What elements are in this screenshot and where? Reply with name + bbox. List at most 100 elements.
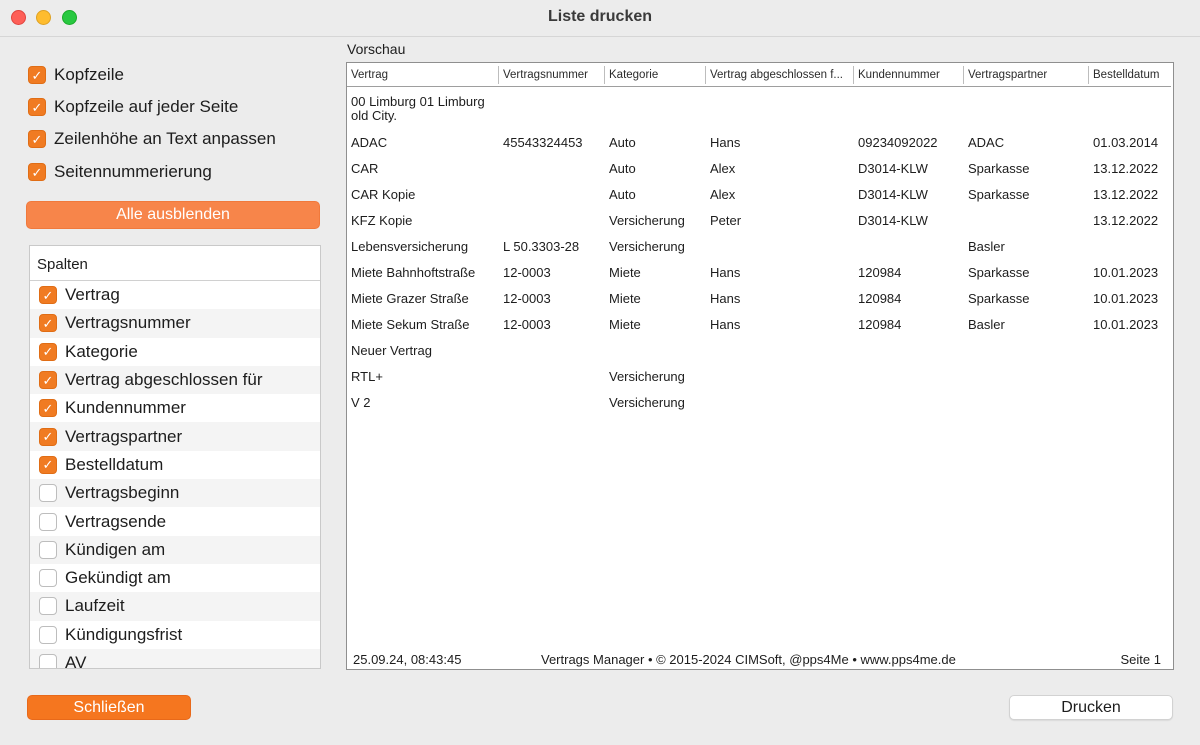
column-item[interactable]: ✓ Vertrag (30, 281, 320, 309)
column-item-label: Kündigungsfrist (65, 624, 183, 644)
preview-header-cell: Kundennummer (854, 66, 964, 84)
columns-list-body[interactable]: ✓ Vertrag ✓ Vertragsnummer ✓ Kategorie ✓ Vertra… (30, 281, 320, 669)
table-cell: Basler (968, 317, 1005, 332)
table-cell: Miete (609, 291, 641, 306)
column-item[interactable]: ✓ Vertrag abgeschlossen für (30, 365, 320, 395)
print-button[interactable]: Drucken (1009, 695, 1173, 720)
column-item-label: Kündigen am (65, 539, 166, 559)
column-item[interactable]: Vertragsbeginn (30, 479, 320, 508)
preview-header-cell: Bestelldatum (1093, 69, 1160, 81)
column-item[interactable]: Vertragsende (30, 507, 320, 535)
print-list-window: Liste drucken ✓ Kopfzeile ✓ Kopfzeile au… (0, 0, 1200, 745)
table-cell: Auto (609, 135, 636, 150)
table-cell: 10.01.2023 (1093, 291, 1159, 306)
checkbox-empty-icon[interactable] (39, 654, 57, 668)
table-cell: Miete (609, 317, 641, 332)
preview-header-cell: Kategorie (605, 66, 706, 84)
table-cell: 12-0003 (503, 291, 551, 306)
table-cell: D3014-KLW (858, 161, 928, 176)
checkmark-icon[interactable]: ✓ (39, 371, 57, 390)
hide-all-button[interactable]: Alle ausblenden (26, 201, 320, 229)
table-cell: Miete Sekum Straße (351, 317, 470, 332)
print-timestamp: 25.09.24, 08:43:45 (353, 652, 462, 667)
table-cell: Versicherung (609, 369, 685, 384)
table-cell: 120984 (858, 317, 902, 332)
table-cell: V 2 (351, 395, 371, 410)
checkmark-icon[interactable]: ✓ (39, 427, 57, 446)
table-cell: 13.12.2022 (1093, 213, 1159, 228)
checkmark-icon[interactable]: ✓ (39, 399, 57, 418)
option-page-numbering-label: Seitennummerierung (54, 162, 212, 181)
table-cell: Miete Bahnhoftstraße (351, 265, 476, 280)
checkmark-icon[interactable]: ✓ (28, 66, 46, 84)
table-cell: Hans (710, 135, 741, 150)
column-item[interactable]: Kündigungsfrist (30, 621, 320, 649)
checkmark-icon[interactable]: ✓ (28, 98, 46, 116)
close-button[interactable]: Schließen (27, 695, 191, 720)
option-header-every-page-label: Kopfzeile auf jeder Seite (54, 97, 239, 116)
table-cell: 00 Limburg 01 Limburg old City. (351, 94, 485, 123)
table-cell: Sparkasse (968, 161, 1030, 176)
column-item[interactable]: Laufzeit (30, 592, 320, 621)
checkbox-empty-icon[interactable] (39, 625, 57, 644)
checkbox-empty-icon[interactable] (39, 512, 57, 531)
table-cell: Lebensversicherung (351, 239, 469, 254)
checkbox-empty-icon[interactable] (39, 484, 57, 503)
checkmark-icon[interactable]: ✓ (39, 314, 57, 333)
column-item[interactable]: ✓ Vertragspartner (30, 422, 320, 451)
table-cell: Miete Grazer Straße (351, 291, 469, 306)
column-item[interactable]: Gekündigt am (30, 564, 320, 592)
checkmark-icon[interactable]: ✓ (28, 163, 46, 181)
checkbox-empty-icon[interactable] (39, 597, 57, 616)
column-item-label: Vertragsbeginn (65, 483, 180, 503)
checkbox-empty-icon[interactable] (39, 540, 57, 559)
table-cell: 12-0003 (503, 265, 551, 280)
option-header-every-page[interactable]: ✓ Kopfzeile auf jeder Seite (28, 96, 238, 118)
table-cell: 10.01.2023 (1093, 265, 1159, 280)
table-cell: 120984 (858, 265, 902, 280)
table-cell: Auto (609, 187, 636, 202)
window-title: Liste drucken (547, 8, 653, 25)
column-item-label: Vertrag abgeschlossen für (65, 370, 263, 390)
checkmark-icon[interactable]: ✓ (39, 286, 57, 305)
columns-list: Spalten ✓ Vertrag ✓ Vertragsnummer ✓ Kategori… (29, 245, 321, 669)
table-cell: Versicherung (609, 239, 685, 254)
table-cell: 01.03.2014 (1093, 135, 1159, 150)
column-item[interactable]: ✓ Vertragsnummer (30, 309, 320, 338)
table-cell: D3014-KLW (858, 187, 928, 202)
table-cell: RTL+ (351, 369, 383, 384)
column-item[interactable]: ✓ Kundennummer (30, 394, 320, 422)
column-item[interactable]: Kündigen am (30, 535, 320, 564)
table-cell: 12-0003 (503, 317, 551, 332)
table-cell: Versicherung (609, 213, 685, 228)
column-item[interactable]: ✓ Kategorie (30, 338, 320, 366)
table-cell: Peter (710, 213, 742, 228)
column-item[interactable]: ✓ Bestelldatum (30, 451, 320, 479)
checkmark-icon[interactable]: ✓ (39, 342, 57, 361)
column-item-label: Kundennummer (65, 398, 186, 418)
preview-table-header: Vertrag Vertragsnummer Kategorie Vertrag… (347, 63, 1171, 87)
checkmark-icon[interactable]: ✓ (39, 455, 57, 474)
table-cell: Sparkasse (968, 187, 1030, 202)
preview-label: Vorschau (347, 41, 406, 57)
table-cell: 10.01.2023 (1093, 317, 1159, 332)
preview-header-cell: Vertrag (347, 66, 499, 84)
table-cell: KFZ Kopie (351, 213, 413, 228)
table-cell: Hans (710, 317, 741, 332)
preview-header-cell: Vertragspartner (964, 66, 1089, 84)
table-cell: D3014-KLW (858, 213, 928, 228)
column-item-label: Vertragspartner (65, 426, 183, 446)
column-item[interactable]: AV (30, 648, 320, 669)
checkbox-empty-icon[interactable] (39, 569, 57, 588)
table-cell: ADAC (968, 135, 1005, 150)
columns-list-header: Spalten (30, 246, 320, 281)
table-cell: ADAC (351, 135, 388, 150)
table-cell: 13.12.2022 (1093, 161, 1159, 176)
option-row-height-fit[interactable]: ✓ Zeilenhöhe an Text anpassen (28, 128, 276, 150)
checkmark-icon[interactable]: ✓ (28, 130, 46, 148)
table-cell: CAR Kopie (351, 187, 416, 202)
option-header[interactable]: ✓ Kopfzeile (28, 64, 124, 86)
column-item-label: Gekündigt am (65, 568, 171, 588)
column-item-label: AV (65, 653, 87, 669)
option-page-numbering[interactable]: ✓ Seitennummerierung (28, 161, 212, 183)
